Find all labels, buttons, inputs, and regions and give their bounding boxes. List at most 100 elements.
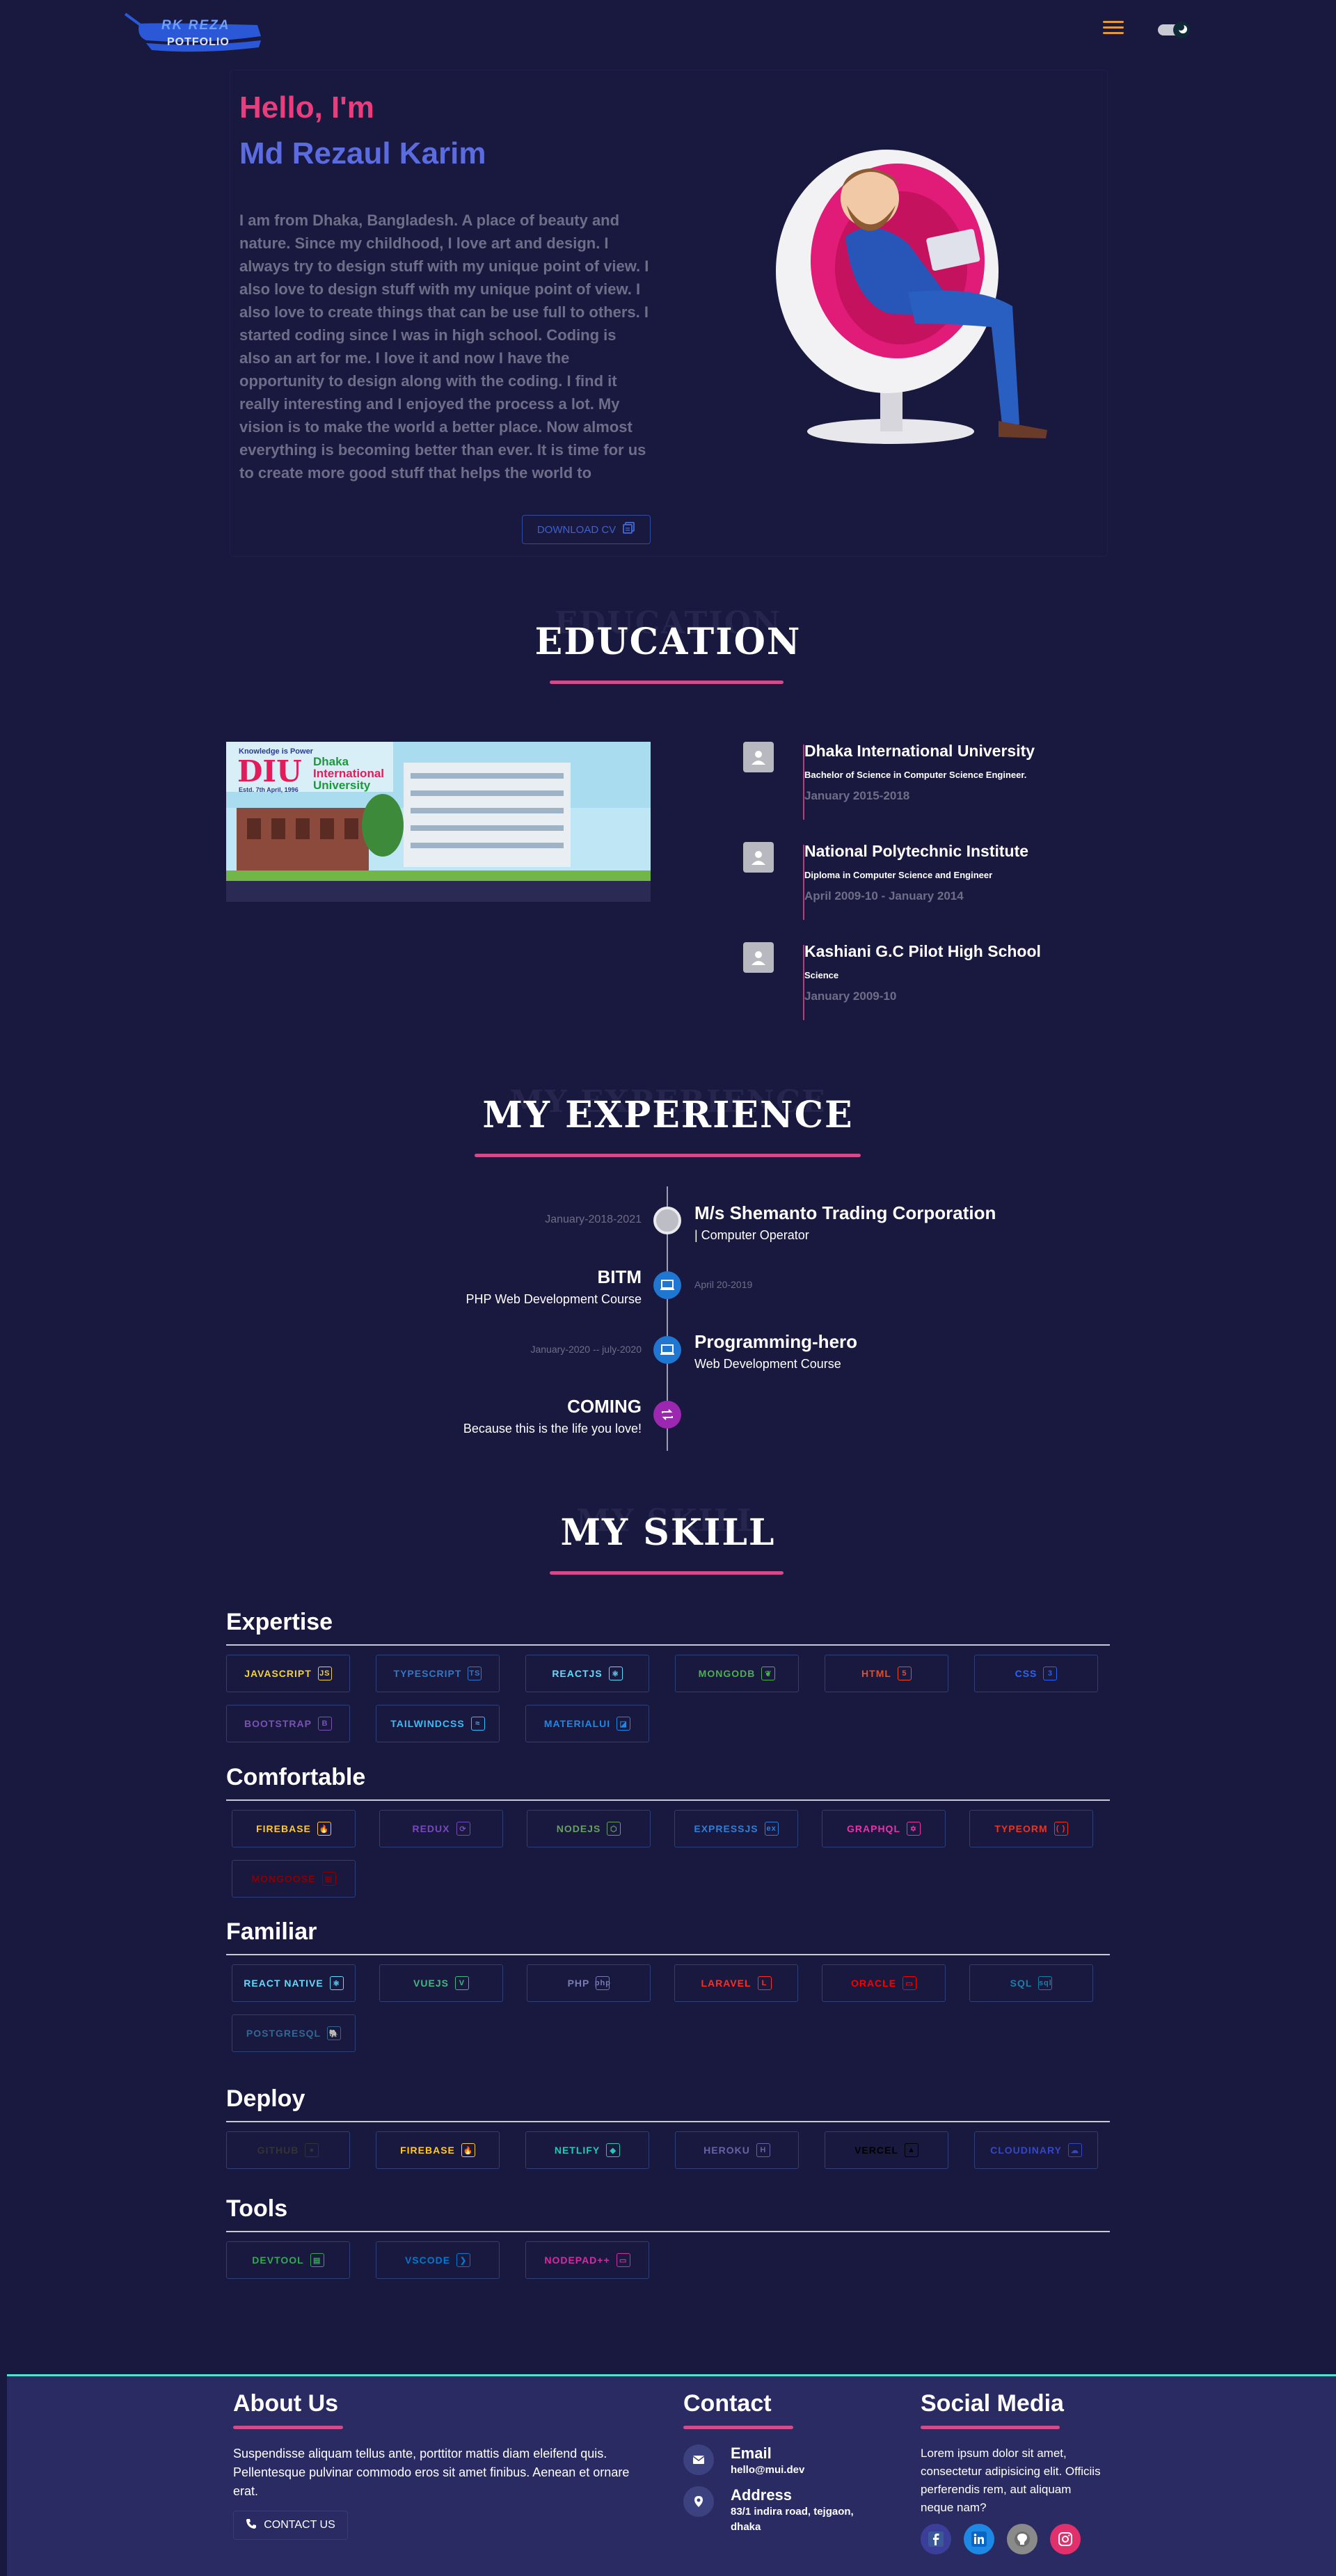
materialui-icon: ◪ <box>617 1717 631 1731</box>
social-links <box>921 2524 1115 2554</box>
skill-chip[interactable]: CLOUDINARY ☁ <box>974 2131 1098 2169</box>
email-value[interactable]: hello@mui.dev <box>731 2463 804 2478</box>
skill-chip[interactable]: NETLIFY ◆ <box>525 2131 649 2169</box>
skill-label: VERCEL <box>854 2145 898 2156</box>
skill-chip[interactable]: TYPESCRIPT TS <box>376 1655 500 1692</box>
skill-chip[interactable]: GRAPHQL ✡ <box>822 1810 946 1847</box>
laravel-icon: L <box>757 1976 772 1990</box>
skill-group: Expertise JAVASCRIPT JS TYPESCRIPT TS REACTJS… <box>226 1609 1110 1742</box>
skill-chip[interactable]: HTML 5 <box>825 1655 948 1692</box>
oracle-icon: ▭ <box>902 1976 917 1990</box>
skill-chip[interactable]: NODEPAD++ ▭ <box>525 2241 649 2279</box>
tailwindcss-icon: ≈ <box>470 1717 485 1731</box>
education-date: January 2015-2018 <box>804 789 910 802</box>
site-footer: About Us Suspendisse aliquam tellus ante… <box>7 2374 1336 2576</box>
skill-chip[interactable]: DEVTOOL ▤ <box>226 2241 350 2279</box>
download-cv-label: DOWNLOAD CV <box>536 523 617 536</box>
php-icon: php <box>595 1976 610 1990</box>
skill-chip[interactable]: FIREBASE 🔥 <box>376 2131 500 2169</box>
about-text: Suspendisse aliquam tellus ante, porttit… <box>233 2447 630 2498</box>
skill-chip[interactable]: FIREBASE 🔥 <box>232 1810 356 1847</box>
skill-group: Comfortable FIREBASE 🔥 REDUX ⟳ NODEJS ⬡ EXPRESS… <box>226 1764 1110 1898</box>
skill-chip[interactable]: VERCEL ▲ <box>825 2131 948 2169</box>
social-underline <box>921 2426 1060 2429</box>
skill-chip[interactable]: HEROKU H <box>675 2131 799 2169</box>
skill-group: Tools DEVTOOL ▤ VSCODE ❯ NODEPAD++ ▭ <box>226 2195 1110 2279</box>
skill-label: HEROKU <box>703 2145 750 2156</box>
skill-chip[interactable]: NODEJS ⬡ <box>527 1810 651 1847</box>
github-icon[interactable] <box>1007 2524 1037 2554</box>
hero-illustration <box>769 139 1061 459</box>
laptop-icon <box>653 1336 681 1364</box>
skill-label: FIREBASE <box>256 1823 311 1834</box>
skill-label: ORACLE <box>850 1978 897 1989</box>
skill-label: CSS <box>1015 1668 1037 1679</box>
download-cv-button[interactable]: DOWNLOAD CV <box>522 515 651 544</box>
experience-item: BITM PHP Web Development Course <box>466 1266 642 1307</box>
repeat-icon <box>653 1401 681 1429</box>
skill-label: PHP <box>567 1978 590 1989</box>
vuejs-icon: V <box>454 1976 469 1990</box>
skill-label: GITHUB <box>257 2145 299 2156</box>
skill-chip[interactable]: POSTGRESQL 🐘 <box>232 2014 356 2052</box>
skill-label: TYPEORM <box>994 1823 1048 1834</box>
nodejs-icon: ⬡ <box>607 1822 621 1836</box>
skill-chip[interactable]: LARAVEL L <box>674 1964 798 2002</box>
skill-heading: MY SKILL <box>560 1511 776 1554</box>
skill-chip[interactable]: MONGODB ❦ <box>675 1655 799 1692</box>
skill-chip[interactable]: REACTJS ⚛ <box>525 1655 649 1692</box>
facebook-icon[interactable] <box>921 2524 951 2554</box>
skill-chip[interactable]: ORACLE ▭ <box>822 1964 946 2002</box>
skill-chip[interactable]: BOOTSTRAP B <box>226 1705 350 1742</box>
instagram-icon[interactable] <box>1050 2524 1081 2554</box>
education-underline <box>550 681 784 684</box>
experience-subtitle: Because this is the life you love! <box>463 1422 642 1436</box>
sql-icon: sql <box>1038 1976 1053 1990</box>
bootstrap-icon: B <box>317 1717 332 1731</box>
skill-chip[interactable]: VSCODE ❯ <box>376 2241 500 2279</box>
hamburger-icon[interactable] <box>1103 21 1124 38</box>
skill-label: POSTGRESQL <box>246 2028 321 2039</box>
location-pin-icon <box>683 2486 714 2517</box>
footer-about: About Us Suspendisse aliquam tellus ante… <box>233 2390 651 2540</box>
skill-label: CLOUDINARY <box>990 2145 1062 2156</box>
skill-label: TYPESCRIPT <box>393 1668 462 1679</box>
firebase-icon: 🔥 <box>461 2143 475 2157</box>
hero-greeting: Hello, I'm <box>239 90 374 125</box>
skill-label: DEVTOOL <box>252 2255 304 2266</box>
contact-email: Email hello@mui.dev <box>683 2444 906 2478</box>
skill-chip[interactable]: SQL sql <box>969 1964 1093 2002</box>
skill-label: VUEJS <box>413 1978 449 1989</box>
skill-label: VSCODE <box>404 2255 451 2266</box>
skill-label: EXPRESSJS <box>694 1823 758 1834</box>
site-logo[interactable]: RK REZA POTFOLIO <box>118 8 271 54</box>
skill-chip[interactable]: TAILWINDCSS ≈ <box>376 1705 500 1742</box>
contact-us-button[interactable]: CONTACT US <box>233 2511 348 2540</box>
skill-chip[interactable]: MATERIALUI ◪ <box>525 1705 649 1742</box>
skill-chip[interactable]: EXPRESSJS ex <box>674 1810 798 1847</box>
skill-chip[interactable]: GITHUB ● <box>226 2131 350 2169</box>
netlify-icon: ◆ <box>606 2143 621 2157</box>
theme-toggle-icon[interactable] <box>1156 21 1194 39</box>
logo-line1: RK REZA <box>161 18 230 33</box>
skill-label: REACTJS <box>552 1668 603 1679</box>
skill-chip[interactable]: REDUX ⟳ <box>379 1810 503 1847</box>
skill-chip[interactable]: REACT NATIVE ⚛ <box>232 1964 356 2002</box>
skill-chip[interactable]: CSS 3 <box>974 1655 1098 1692</box>
heroku-icon: H <box>756 2143 770 2157</box>
email-label: Email <box>731 2444 772 2462</box>
diu-established: Estd. 7th April, 1996 <box>239 786 299 793</box>
postgresql-icon: 🐘 <box>327 2026 342 2040</box>
education-name: National Polytechnic Institute <box>804 842 1029 860</box>
linkedin-icon[interactable] <box>964 2524 994 2554</box>
skill-chip[interactable]: JAVASCRIPT JS <box>226 1655 350 1692</box>
skill-chip[interactable]: MONGOOSE ▤ <box>232 1860 356 1898</box>
skill-group-divider <box>226 2231 1110 2232</box>
education-date: January 2009-10 <box>804 989 897 1003</box>
typeorm-icon: ( ) <box>1053 1822 1068 1836</box>
skill-group-divider <box>226 2121 1110 2122</box>
skill-label: MATERIALUI <box>543 1718 611 1729</box>
skill-chip[interactable]: TYPEORM ( ) <box>969 1810 1093 1847</box>
skill-chip[interactable]: VUEJS V <box>379 1964 503 2002</box>
skill-chip[interactable]: PHP php <box>527 1964 651 2002</box>
